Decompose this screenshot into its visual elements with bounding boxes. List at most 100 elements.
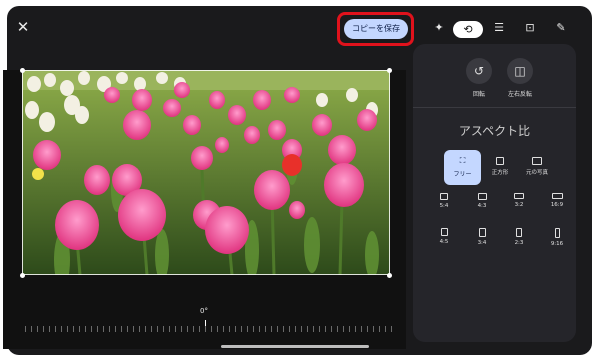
dial-tick xyxy=(283,326,284,332)
ratio-option[interactable]: 2:3 xyxy=(502,228,536,246)
dial-tick xyxy=(37,326,38,332)
ratio-square-label: 正方形 xyxy=(491,170,509,176)
dial-tick xyxy=(217,326,218,332)
crop-handle-top-right[interactable] xyxy=(387,68,392,73)
dial-tick xyxy=(127,326,128,332)
ratio-label: 5:4 xyxy=(439,203,449,209)
dial-tick xyxy=(265,326,266,332)
dial-tick xyxy=(139,326,140,332)
ratio-original-button[interactable]: 元の写真 xyxy=(520,157,554,176)
dial-tick xyxy=(43,326,44,332)
dial-tick xyxy=(289,326,290,332)
dial-tick xyxy=(391,326,392,332)
dial-tick xyxy=(331,326,332,332)
dial-tick xyxy=(25,326,26,332)
crop-frame[interactable] xyxy=(22,70,390,275)
ratio-icon xyxy=(477,193,487,200)
ratio-icon xyxy=(514,193,524,199)
rotate-icon: ↺ xyxy=(473,64,485,78)
ratio-original-label: 元の写真 xyxy=(525,170,548,176)
dial-tick xyxy=(133,326,134,332)
dial-tick xyxy=(295,326,296,332)
rotate-button[interactable]: ↺ xyxy=(466,58,492,84)
sparkle-icon[interactable]: ✦ xyxy=(429,20,449,36)
dial-tick xyxy=(49,326,50,332)
ratio-option[interactable]: 4:3 xyxy=(465,193,499,209)
markup-icon[interactable]: ⊡ xyxy=(520,20,540,36)
ratio-option[interactable]: 5:4 xyxy=(427,193,461,209)
dial-tick xyxy=(307,326,308,332)
flip-label: 左右反転 xyxy=(507,91,532,98)
crop-handle-bottom-right[interactable] xyxy=(387,273,392,278)
ratio-square-button[interactable]: 正方形 xyxy=(483,157,517,176)
crop-handle-bottom-left[interactable] xyxy=(20,273,25,278)
dial-tick xyxy=(85,326,86,332)
suggest-icon[interactable]: ✎ xyxy=(551,20,571,36)
ratio-option[interactable]: 16:9 xyxy=(540,193,574,208)
dial-tick xyxy=(373,326,374,332)
dial-tick xyxy=(67,326,68,332)
dial-tick xyxy=(361,326,362,332)
dial-tick xyxy=(223,326,224,332)
angle-readout: 0° xyxy=(200,307,208,315)
dial-tick xyxy=(31,326,32,332)
dial-tick xyxy=(301,326,302,332)
dial-tick xyxy=(337,326,338,332)
dial-tick xyxy=(199,326,200,332)
dial-tick xyxy=(319,326,320,332)
dial-tick xyxy=(313,326,314,332)
adjust-icon[interactable]: ☰ xyxy=(489,20,509,36)
dial-tick xyxy=(109,326,110,332)
ratio-label: 9:16 xyxy=(550,241,564,247)
ratio-option[interactable]: 9:16 xyxy=(540,228,574,247)
dial-tick xyxy=(229,326,230,332)
dial-tick xyxy=(79,326,80,332)
dial-tick xyxy=(259,326,260,332)
ratio-label: 3:4 xyxy=(477,240,487,246)
flip-button[interactable]: ◫ xyxy=(507,58,533,84)
ratio-free-label: フリー xyxy=(453,171,472,178)
ratio-option[interactable]: 4:5 xyxy=(427,228,461,245)
ratio-icon xyxy=(554,228,560,238)
square-icon xyxy=(496,157,504,165)
ratio-option[interactable]: 3:2 xyxy=(502,193,536,208)
dial-tick xyxy=(385,326,386,332)
close-icon[interactable]: ✕ xyxy=(14,18,32,36)
dial-tick xyxy=(73,326,74,332)
dial-tick xyxy=(157,326,158,332)
dial-tick xyxy=(253,326,254,332)
crop-handle-top-left[interactable] xyxy=(20,68,25,73)
ratio-label: 4:3 xyxy=(477,203,487,209)
dial-tick xyxy=(349,326,350,332)
ratio-free-button[interactable]: ⛶ フリー xyxy=(444,150,481,185)
panel-divider xyxy=(413,107,576,108)
save-copy-button[interactable]: コピーを保存 xyxy=(344,19,408,39)
dial-tick xyxy=(115,326,116,332)
aspect-ratio-title: アスペクト比 xyxy=(458,124,531,138)
dial-tick xyxy=(247,326,248,332)
dial-tick xyxy=(379,326,380,332)
dial-tick xyxy=(163,326,164,332)
ratio-icon xyxy=(440,193,448,200)
ratio-icon xyxy=(440,228,448,236)
dial-tick xyxy=(205,326,206,332)
dial-tick xyxy=(241,326,242,332)
dial-tick xyxy=(145,326,146,332)
ratio-icon xyxy=(478,228,486,237)
dial-tick xyxy=(271,326,272,332)
ratio-option[interactable]: 3:4 xyxy=(465,228,499,246)
ratio-label: 4:5 xyxy=(439,239,449,245)
crop-rotate-icon[interactable]: ⟲ xyxy=(453,21,483,38)
dial-tick xyxy=(103,326,104,332)
dial-tick xyxy=(61,326,62,332)
ratio-label: 16:9 xyxy=(550,202,564,208)
rotate-label: 回転 xyxy=(472,91,485,98)
dial-tick xyxy=(325,326,326,332)
dial-tick xyxy=(187,326,188,332)
straighten-dial[interactable] xyxy=(22,318,392,332)
ratio-icon xyxy=(551,193,563,199)
home-indicator xyxy=(221,345,369,348)
dial-tick xyxy=(181,326,182,332)
dial-tick xyxy=(193,326,194,332)
dial-tick xyxy=(235,326,236,332)
